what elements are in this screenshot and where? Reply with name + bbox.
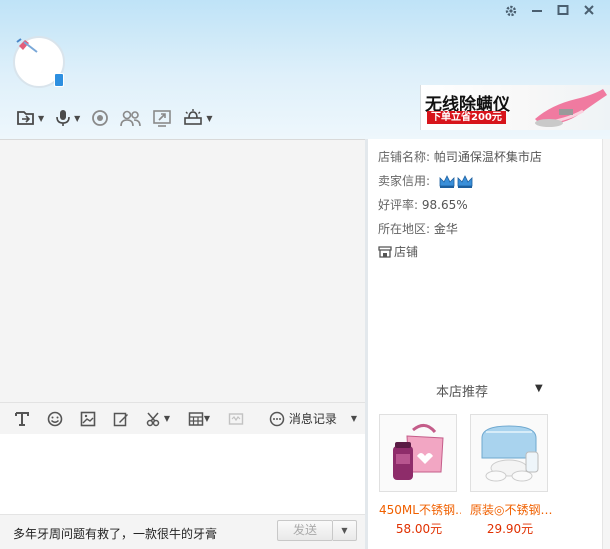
calculator-icon [188, 411, 204, 426]
send-button[interactable]: 发送 [277, 520, 333, 541]
message-history-area[interactable] [0, 139, 365, 402]
image-button[interactable] [78, 409, 98, 429]
shake-button[interactable] [226, 409, 246, 429]
ad-banner-subtitle: 下单立省200元 [427, 111, 506, 124]
product-price: 58.00元 [395, 522, 443, 536]
chevron-down-icon: ▼ [206, 113, 213, 123]
send-options-button[interactable]: ▼ [333, 520, 357, 541]
chevron-down-icon: ▼ [74, 113, 81, 123]
region-value: 金华 [433, 222, 458, 236]
product-card[interactable]: 原装◎不锈钢… 29.90元 [470, 414, 552, 537]
message-history-label: 消息记录 [288, 412, 337, 426]
font-icon [15, 411, 29, 426]
video-button[interactable] [90, 107, 110, 129]
screen-share-icon [153, 110, 172, 127]
product-title[interactable]: 原装◎不锈钢… [470, 501, 552, 518]
shop-name-row: 店铺名称: 帕司通保温杯集市店 [378, 148, 542, 165]
minimize-icon[interactable] [528, 4, 546, 20]
rating-label: 好评率: [378, 198, 419, 212]
bottom-bar: 多年牙周问题有救了，一款很牛的牙膏 发送 ▼ [0, 514, 365, 549]
remote-assist-button[interactable]: ▼ [182, 107, 212, 129]
edit-icon [113, 412, 128, 426]
vacuum-product-icon [535, 89, 607, 127]
group-chat-button[interactable] [120, 107, 142, 129]
region-label: 所在地区: [378, 222, 431, 236]
seller-credit-row: 卖家信用: [378, 172, 474, 190]
product-price: 29.90元 [486, 522, 534, 536]
file-transfer-icon [17, 111, 34, 125]
message-history-button[interactable]: 消息记录 ▼ [269, 410, 357, 427]
recommend-toggle-icon[interactable]: ▼ [535, 383, 543, 394]
close-icon[interactable] [580, 4, 598, 20]
smiley-icon [47, 411, 63, 426]
shop-link[interactable]: 店铺 [378, 243, 418, 260]
calculator-button[interactable]: ▼ [185, 409, 213, 429]
chevron-down-icon: ▼ [203, 414, 211, 423]
webcam-icon [92, 110, 109, 126]
lunchbox-set-icon [481, 425, 539, 482]
scissors-icon [146, 412, 160, 426]
product-thumbnail[interactable] [379, 414, 457, 492]
region-row: 所在地区: 金华 [378, 220, 458, 237]
shop-name-label: 店铺名称: [378, 150, 431, 164]
microphone-icon [56, 110, 70, 126]
ad-banner[interactable]: 无线除螨仪 下单立省200元 [420, 85, 610, 130]
file-transfer-button[interactable]: ▼ [16, 107, 44, 129]
window-controls [502, 4, 598, 20]
voice-button[interactable]: ▼ [54, 107, 80, 129]
chat-toolbar: ▼ ▼ ▼ [16, 107, 212, 129]
chevron-down-icon: ▼ [341, 526, 348, 535]
font-button[interactable] [12, 409, 32, 429]
chevron-down-icon: ▼ [350, 414, 357, 423]
product-card[interactable]: 450ML不锈钢… 58.00元 [379, 414, 461, 537]
emoji-button[interactable] [45, 409, 65, 429]
thermos-bag-icon [393, 424, 444, 480]
rating-value: 98.65% [421, 198, 468, 212]
recommend-title: 本店推荐 [436, 385, 489, 400]
screenshot-button[interactable]: ▼ [144, 409, 172, 429]
edit-button[interactable] [111, 409, 131, 429]
text-ad-link[interactable]: 多年牙周问题有救了，一款很牛的牙膏 [13, 525, 217, 542]
chevron-down-icon: ▼ [163, 414, 171, 423]
input-toolbar: ▼ ▼ 消息记录 ▼ [0, 402, 365, 434]
avatar[interactable] [13, 36, 65, 88]
remote-assist-icon [184, 109, 203, 125]
message-input[interactable] [0, 434, 365, 514]
image-icon [80, 411, 96, 426]
group-users-icon [120, 110, 142, 127]
shop-name-value: 帕司通保温杯集市店 [433, 150, 542, 164]
maximize-icon[interactable] [554, 4, 572, 20]
crown-icon [439, 174, 473, 188]
gear-icon[interactable] [502, 4, 520, 20]
store-icon [378, 245, 392, 258]
chevron-down-icon: ▼ [38, 113, 45, 123]
shop-link-label: 店铺 [394, 245, 419, 259]
mobile-online-icon [54, 73, 64, 87]
header: ▼ ▼ ▼ 无线除螨仪 下单立省200元 [0, 0, 610, 139]
seller-credit-label: 卖家信用: [378, 174, 431, 188]
chat-bubble-icon [269, 411, 285, 426]
info-panel-scrollbar[interactable] [602, 139, 610, 549]
screen-share-button[interactable] [152, 107, 172, 129]
product-thumbnail[interactable] [470, 414, 548, 492]
product-title[interactable]: 450ML不锈钢… [379, 501, 461, 518]
shop-info-panel: 店铺名称: 帕司通保温杯集市店 卖家信用: 好评率: 98.65% 所在地区: … [368, 139, 610, 549]
window-shake-icon [228, 412, 244, 425]
rating-row: 好评率: 98.65% [378, 196, 468, 213]
